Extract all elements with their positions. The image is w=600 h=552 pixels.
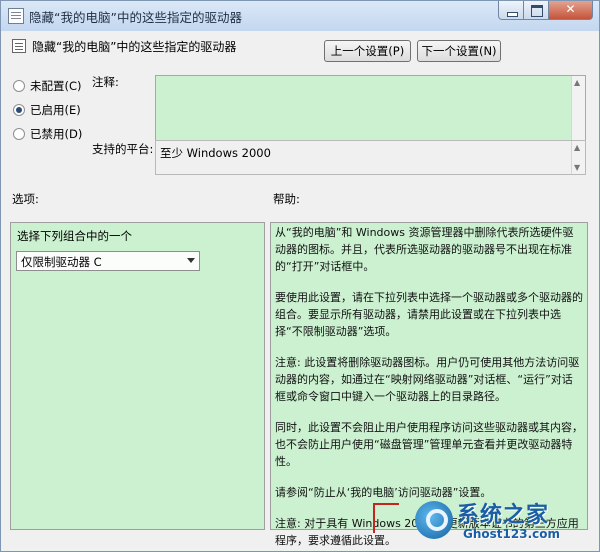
scroll-up-icon[interactable]: ▲ <box>574 143 580 152</box>
dialog-content: 隐藏“我的电脑”中的这些指定的驱动器 上一个设置(P) 下一个设置(N) 未配置… <box>1 31 599 551</box>
policy-setting-icon <box>8 8 24 24</box>
comment-label: 注释: <box>92 75 119 89</box>
ghost-logo-icon <box>415 501 453 539</box>
help-panel: 从“我的电脑”和 Windows 资源管理器中删除代表所选硬件驱动器的图标。并且… <box>270 222 588 547</box>
next-setting-button[interactable]: 下一个设置(N) <box>417 40 501 62</box>
radio-label: 已启用(E) <box>30 103 81 117</box>
platform-label: 支持的平台: <box>92 142 154 156</box>
watermark-url: Ghost123.com <box>463 527 560 541</box>
drive-restriction-dropdown[interactable]: 仅限制驱动器 C <box>16 251 200 271</box>
platform-value: 至少 Windows 2000 <box>160 146 271 160</box>
help-paragraph: 从“我的电脑”和 Windows 资源管理器中删除代表所选硬件驱动器的图标。并且… <box>275 226 574 273</box>
close-button[interactable] <box>549 1 593 20</box>
setting-title: 隐藏“我的电脑”中的这些指定的驱动器 <box>32 40 237 54</box>
radio-button[interactable] <box>13 80 25 92</box>
policy-editor-window: 隐藏“我的电脑”中的这些指定的驱动器 隐藏“我的电脑”中的这些指定的驱动器 上一… <box>0 0 600 552</box>
scroll-up-icon[interactable]: ▲ <box>574 78 580 87</box>
radio-not-configured[interactable]: 未配置(C) <box>13 78 82 94</box>
platform-scrollbar[interactable]: ▲ ▼ <box>571 141 585 174</box>
platform-field: 至少 Windows 2000 ▲ ▼ <box>155 140 586 175</box>
help-label: 帮助: <box>273 192 300 206</box>
ok-button-fragment <box>373 503 399 533</box>
radio-button[interactable] <box>13 128 25 140</box>
window-title: 隐藏“我的电脑”中的这些指定的驱动器 <box>29 10 242 25</box>
radio-button[interactable] <box>13 104 25 116</box>
watermark-title: 系统之家 <box>457 502 550 528</box>
help-paragraph: 要使用此设置，请在下拉列表中选择一个驱动器或多个驱动器的组合。要显示所有驱动器，… <box>275 291 583 338</box>
scroll-down-icon[interactable]: ▼ <box>574 163 580 172</box>
chevron-down-icon[interactable] <box>187 258 195 263</box>
radio-disabled[interactable]: 已禁用(D) <box>13 126 82 142</box>
maximize-button[interactable] <box>524 1 549 20</box>
help-paragraph: 同时，此设置不会阻止用户使用程序访问这些驱动器或其内容，也不会防止用户使用“磁盘… <box>275 421 583 468</box>
minimize-button[interactable] <box>498 1 524 20</box>
window-controls <box>498 1 593 21</box>
radio-label: 未配置(C) <box>30 79 82 93</box>
radio-label: 已禁用(D) <box>30 127 83 141</box>
options-label: 选项: <box>12 192 39 206</box>
options-caption: 选择下列组合中的一个 <box>17 229 132 243</box>
options-panel: 选择下列组合中的一个 仅限制驱动器 C <box>10 222 265 530</box>
radio-enabled[interactable]: 已启用(E) <box>13 102 81 118</box>
dropdown-selected-value: 仅限制驱动器 C <box>21 255 102 269</box>
site-watermark: 系统之家 Ghost123.com <box>371 495 599 551</box>
policy-setting-icon <box>12 39 26 53</box>
title-bar[interactable]: 隐藏“我的电脑”中的这些指定的驱动器 <box>1 1 599 31</box>
previous-setting-button[interactable]: 上一个设置(P) <box>324 40 411 62</box>
help-paragraph: 注意: 此设置将删除驱动器图标。用户仍可使用其他方法访问驱动器的内容，如通过在“… <box>275 356 580 403</box>
